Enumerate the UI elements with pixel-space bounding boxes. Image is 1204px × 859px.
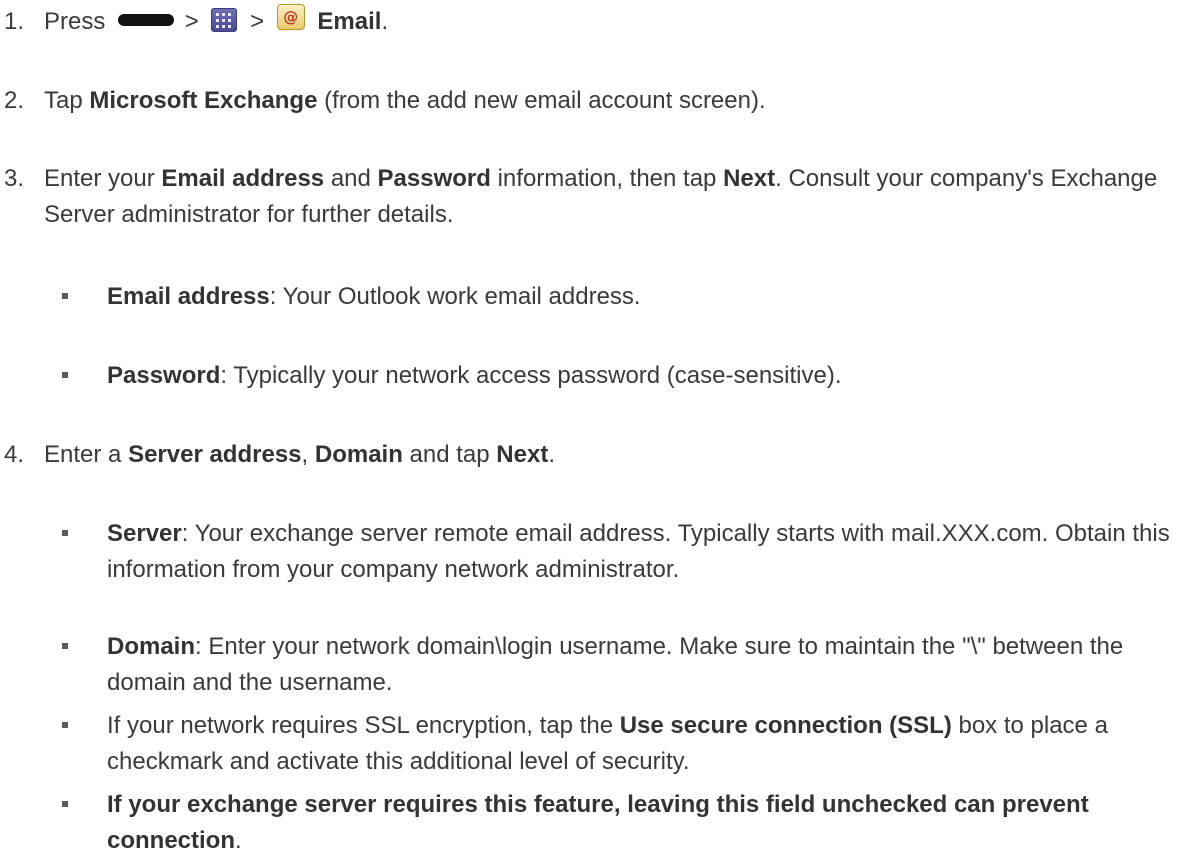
step-text: Press > > @ Email.	[44, 3, 1194, 40]
step-number: 4.	[4, 441, 25, 468]
step-text: Enter a Server address, Domain and tap N…	[44, 441, 555, 468]
apps-grid-icon	[211, 7, 238, 32]
bullet-marker	[62, 722, 68, 728]
bullet-marker	[62, 643, 68, 649]
step-number: 1.	[4, 8, 25, 35]
bullet-marker	[62, 801, 68, 807]
step-text: Enter your Email address and Password in…	[44, 165, 1158, 228]
bullet-marker	[62, 293, 68, 299]
home-key-icon	[118, 13, 175, 26]
step-text: Tap Microsoft Exchange (from the add new…	[44, 87, 766, 114]
step-number: 2.	[4, 87, 25, 114]
bullet-marker	[62, 530, 68, 536]
step-number: 3.	[4, 165, 25, 192]
email-app-icon: @	[276, 3, 305, 30]
email-app-label: Email	[317, 8, 382, 35]
bullet-marker	[62, 372, 68, 378]
